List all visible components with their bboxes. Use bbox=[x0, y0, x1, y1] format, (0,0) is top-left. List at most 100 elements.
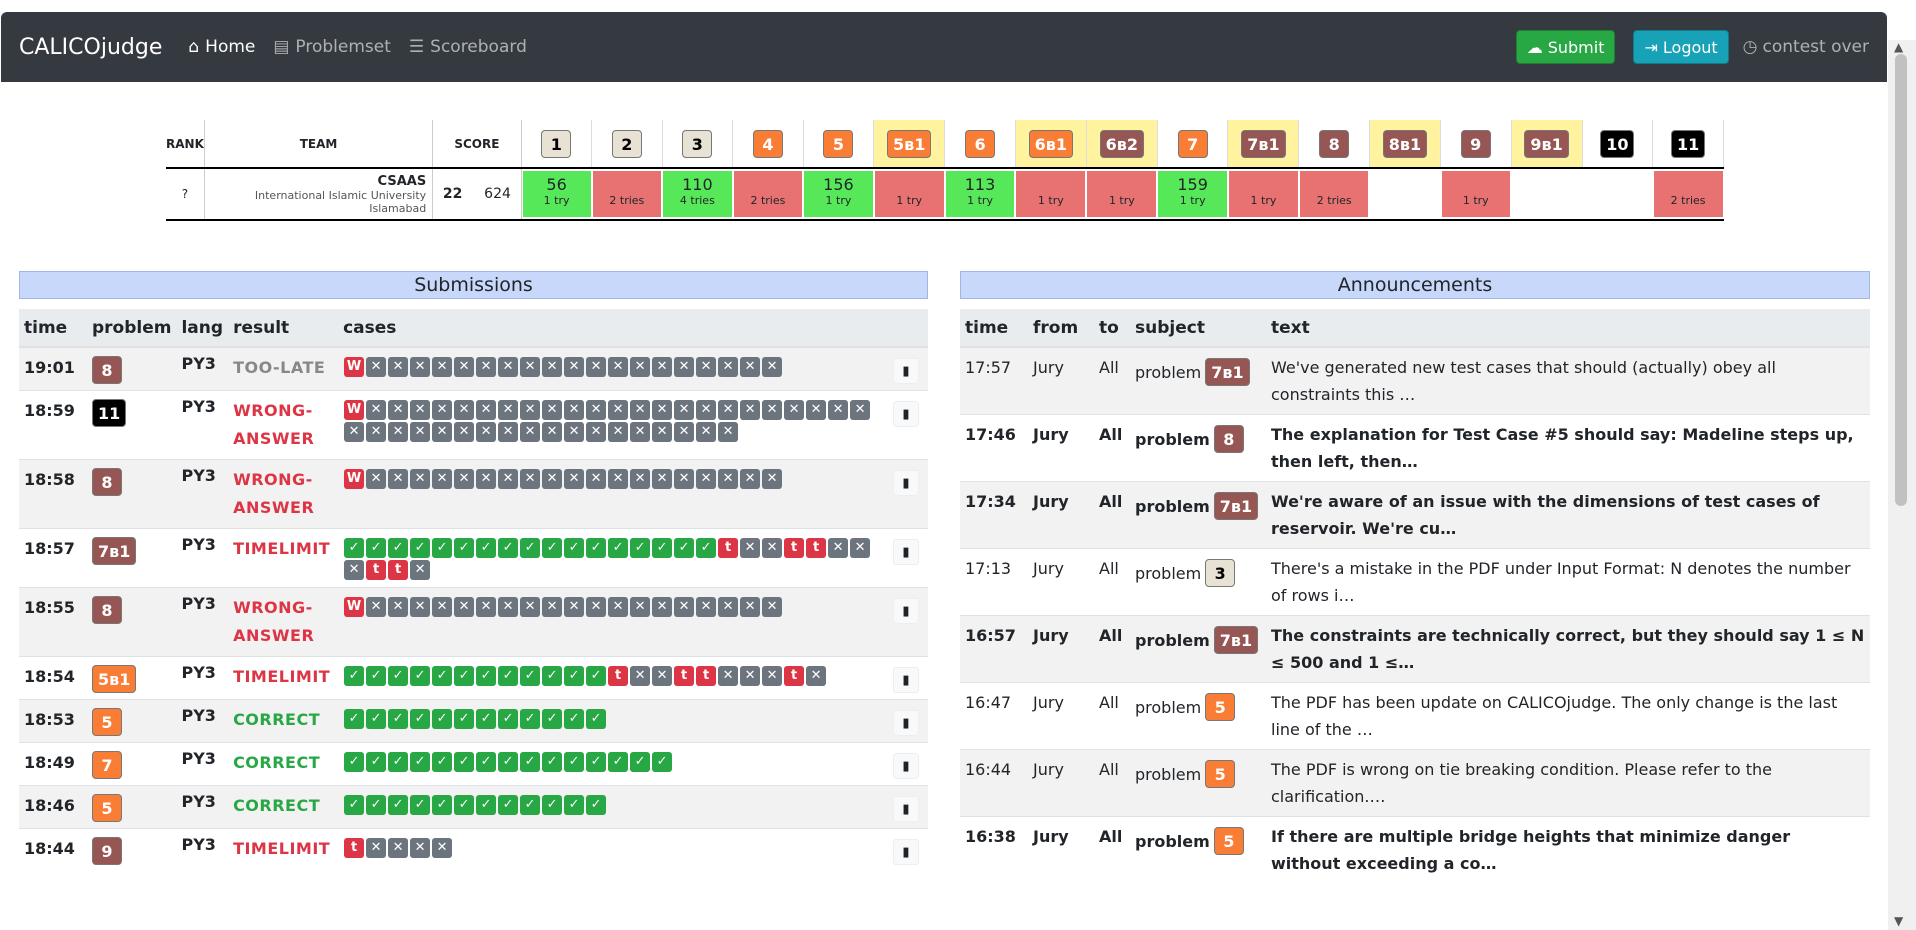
problem-badge[interactable]: 5в1 bbox=[92, 665, 137, 693]
case-skipped-icon[interactable]: ✕ bbox=[432, 838, 453, 858]
case-correct-icon[interactable]: ✓ bbox=[344, 666, 365, 686]
case-correct-icon[interactable]: ✓ bbox=[652, 752, 673, 772]
case-skipped-icon[interactable]: ✕ bbox=[850, 538, 871, 558]
problem-header-10[interactable]: 7 bbox=[1157, 120, 1229, 169]
case-skipped-icon[interactable]: ✕ bbox=[520, 469, 541, 489]
case-correct-icon[interactable]: ✓ bbox=[366, 795, 387, 815]
case-correct-icon[interactable]: ✓ bbox=[388, 538, 409, 558]
case-skipped-icon[interactable]: ✕ bbox=[718, 422, 739, 442]
case-correct-icon[interactable]: ✓ bbox=[410, 752, 431, 772]
case-correct-icon[interactable]: ✓ bbox=[586, 752, 607, 772]
case-correct-icon[interactable]: ✓ bbox=[630, 752, 651, 772]
problem-badge[interactable]: 7 bbox=[1177, 129, 1208, 158]
case-correct-icon[interactable]: ✓ bbox=[454, 795, 475, 815]
case-correct-icon[interactable]: ✓ bbox=[388, 795, 409, 815]
case-skipped-icon[interactable]: ✕ bbox=[410, 560, 431, 580]
case-skipped-icon[interactable]: ✕ bbox=[454, 422, 475, 442]
case-skipped-icon[interactable]: ✕ bbox=[432, 597, 453, 617]
case-correct-icon[interactable]: ✓ bbox=[476, 752, 497, 772]
case-correct-icon[interactable]: ✓ bbox=[498, 666, 519, 686]
case-skipped-icon[interactable]: ✕ bbox=[674, 469, 695, 489]
case-correct-icon[interactable]: ✓ bbox=[586, 795, 607, 815]
case-correct-icon[interactable]: ✓ bbox=[454, 709, 475, 729]
case-correct-icon[interactable]: ✓ bbox=[586, 538, 607, 558]
ann-text[interactable]: There's a mistake in the PDF under Input… bbox=[1266, 548, 1870, 616]
case-correct-icon[interactable]: ✓ bbox=[410, 795, 431, 815]
download-file-icon[interactable]: ▮ bbox=[893, 358, 919, 384]
case-correct-icon[interactable]: ✓ bbox=[652, 538, 673, 558]
problem-badge[interactable]: 7в1 bbox=[1213, 626, 1259, 654]
case-skipped-icon[interactable]: ✕ bbox=[366, 400, 387, 420]
download-file-icon[interactable]: ▮ bbox=[893, 667, 919, 693]
problem-badge[interactable]: 8 bbox=[92, 356, 122, 384]
case-skipped-icon[interactable]: ✕ bbox=[476, 400, 497, 420]
ann-text[interactable]: If there are multiple bridge heights tha… bbox=[1266, 816, 1870, 883]
case-correct-icon[interactable]: ✓ bbox=[410, 666, 431, 686]
case-skipped-icon[interactable]: ✕ bbox=[762, 357, 783, 377]
case-skipped-icon[interactable]: ✕ bbox=[410, 597, 431, 617]
case-correct-icon[interactable]: ✓ bbox=[520, 709, 541, 729]
problem-badge[interactable]: 5 bbox=[1213, 827, 1244, 855]
case-correct-icon[interactable]: ✓ bbox=[542, 709, 563, 729]
case-skipped-icon[interactable]: ✕ bbox=[696, 400, 717, 420]
case-skipped-icon[interactable]: ✕ bbox=[652, 597, 673, 617]
case-skipped-icon[interactable]: ✕ bbox=[630, 357, 651, 377]
download-file-icon[interactable]: ▮ bbox=[893, 710, 919, 736]
submission-row[interactable]: 18:55 8 PY3 WRONG-ANSWER W ✕ ✕ ✕ ✕ ✕ ✕ ✕ ✕ ✕ ✕ ✕ ✕ ✕ ✕ ✕ ✕ ✕ ✕… bbox=[19, 587, 928, 657]
case-skipped-icon[interactable]: ✕ bbox=[586, 422, 607, 442]
case-skipped-icon[interactable]: ✕ bbox=[850, 400, 871, 420]
problem-badge[interactable]: 5 bbox=[823, 129, 854, 158]
case-correct-icon[interactable]: ✓ bbox=[344, 709, 365, 729]
case-correct-icon[interactable]: ✓ bbox=[366, 709, 387, 729]
announcement-row[interactable]: 17:13 Jury All problem 3 There's a mistake in… bbox=[960, 548, 1870, 616]
case-skipped-icon[interactable]: ✕ bbox=[586, 469, 607, 489]
problem-badge[interactable]: 1 bbox=[541, 129, 572, 158]
problem-badge[interactable]: 10 bbox=[1600, 129, 1635, 158]
case-skipped-icon[interactable]: ✕ bbox=[828, 400, 849, 420]
case-skipped-icon[interactable]: ✕ bbox=[410, 838, 431, 858]
problem-header-12[interactable]: 8 bbox=[1298, 120, 1370, 169]
score-cell-17[interactable]: 02 tries bbox=[1652, 168, 1724, 221]
case-wrong-icon[interactable]: W bbox=[344, 400, 365, 420]
case-skipped-icon[interactable]: ✕ bbox=[366, 357, 387, 377]
case-skipped-icon[interactable]: ✕ bbox=[344, 422, 365, 442]
case-skipped-icon[interactable]: ✕ bbox=[762, 538, 783, 558]
case-skipped-icon[interactable]: ✕ bbox=[388, 422, 409, 442]
case-correct-icon[interactable]: ✓ bbox=[674, 538, 695, 558]
case-correct-icon[interactable]: ✓ bbox=[344, 752, 365, 772]
problem-badge[interactable]: 8 bbox=[92, 468, 122, 496]
problem-header-6[interactable]: 5в1 bbox=[873, 120, 946, 169]
case-correct-icon[interactable]: ✓ bbox=[388, 666, 409, 686]
case-correct-icon[interactable]: ✓ bbox=[520, 538, 541, 558]
problem-header-7[interactable]: 6 bbox=[944, 120, 1016, 169]
case-skipped-icon[interactable]: ✕ bbox=[410, 357, 431, 377]
case-timelimit-icon[interactable]: t bbox=[718, 538, 739, 558]
case-skipped-icon[interactable]: ✕ bbox=[432, 469, 453, 489]
case-correct-icon[interactable]: ✓ bbox=[344, 538, 365, 558]
case-skipped-icon[interactable]: ✕ bbox=[586, 597, 607, 617]
case-skipped-icon[interactable]: ✕ bbox=[674, 597, 695, 617]
case-correct-icon[interactable]: ✓ bbox=[498, 795, 519, 815]
case-correct-icon[interactable]: ✓ bbox=[520, 795, 541, 815]
problem-header-14[interactable]: 9 bbox=[1440, 120, 1512, 169]
case-skipped-icon[interactable]: ✕ bbox=[366, 597, 387, 617]
logout-button[interactable]: ⇥ Logout bbox=[1633, 30, 1729, 64]
case-skipped-icon[interactable]: ✕ bbox=[388, 357, 409, 377]
case-skipped-icon[interactable]: ✕ bbox=[740, 597, 761, 617]
problem-badge[interactable]: 9в1 bbox=[1524, 129, 1569, 158]
score-cell-9[interactable]: 01 try bbox=[1086, 168, 1158, 221]
announcement-row[interactable]: 17:34 Jury All problem 7в1 We're aware of an … bbox=[960, 481, 1870, 549]
case-correct-icon[interactable]: ✓ bbox=[432, 752, 453, 772]
brand-logo[interactable]: CALICOjudge bbox=[19, 35, 162, 60]
case-skipped-icon[interactable]: ✕ bbox=[454, 469, 475, 489]
case-correct-icon[interactable]: ✓ bbox=[432, 538, 453, 558]
score-cell-3[interactable]: 110 4 tries bbox=[662, 168, 733, 221]
case-skipped-icon[interactable]: ✕ bbox=[564, 357, 585, 377]
case-correct-icon[interactable]: ✓ bbox=[696, 538, 717, 558]
problem-badge[interactable]: 3 bbox=[1205, 559, 1236, 587]
case-skipped-icon[interactable]: ✕ bbox=[806, 666, 827, 686]
case-skipped-icon[interactable]: ✕ bbox=[608, 469, 629, 489]
problem-badge[interactable]: 6 bbox=[965, 129, 996, 158]
case-timelimit-icon[interactable]: t bbox=[366, 560, 387, 580]
case-skipped-icon[interactable]: ✕ bbox=[608, 597, 629, 617]
